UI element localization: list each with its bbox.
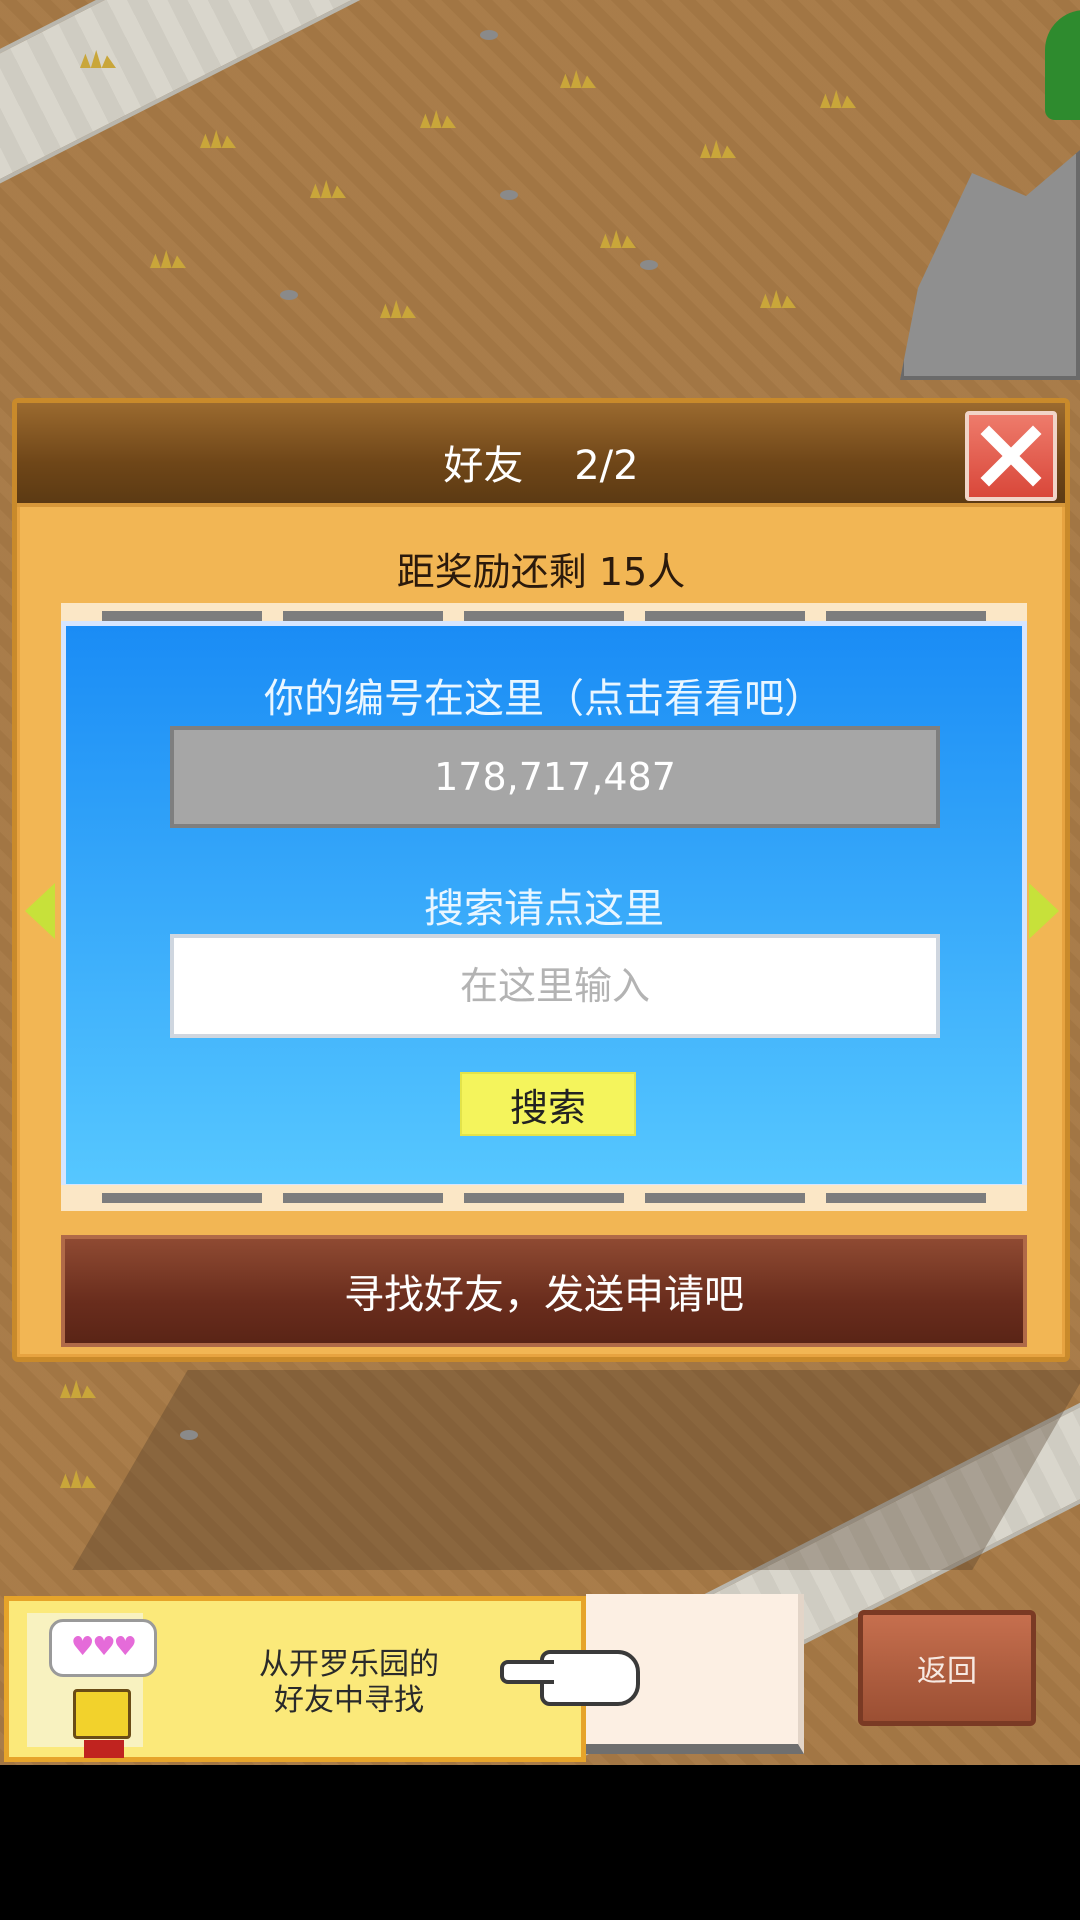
map-grass-tuft [700,140,736,158]
reward-remaining-text: 距奖励还剩 15人 [396,550,686,594]
player-id-label: 你的编号在这里（点击看看吧） [264,676,824,722]
friend-search-panel: 你的编号在这里（点击看看吧） 178,717,487 搜索请点这里 搜索 [61,621,1027,1189]
friends-dialog: 好友 2/2 距奖励还剩 15人 你的编号在这里（点击看看吧） 178,717,… [12,398,1070,1362]
search-input[interactable] [170,934,940,1038]
dialog-title: 好友 2/2 [443,443,639,489]
character-avatar: ♥♥♥ [27,1613,157,1758]
map-pebble [180,1430,198,1440]
hearts-icon: ♥♥♥ [49,1619,157,1677]
friend-slot [826,1193,987,1203]
close-icon [980,425,1042,487]
map-rock-pile [900,150,1080,380]
map-grass-tuft [60,1470,96,1488]
map-grass-tuft [60,1380,96,1398]
map-pebble [280,290,298,300]
map-grass-tuft [600,230,636,248]
pointing-hand-icon [500,1650,640,1706]
friend-slot [101,1193,262,1203]
map-grass-tuft [310,180,346,198]
search-button[interactable]: 搜索 [460,1072,636,1136]
character-sprite [73,1689,131,1758]
find-friends-button[interactable]: 寻找好友，发送申请吧 [61,1235,1027,1347]
map-road [0,0,612,217]
friend-slot [101,611,262,621]
friend-slot [645,611,806,621]
map-grass-tuft [380,300,416,318]
friend-slot [645,1193,806,1203]
map-dirt-patch [72,1370,1080,1570]
friend-slot [282,611,443,621]
friend-slot [463,611,624,621]
map-pebble [640,260,658,270]
map-pebble [480,30,498,40]
kairo-friends-label: 从开罗乐园的 好友中寻找 [259,1647,439,1718]
arrow-left-icon[interactable] [25,883,55,939]
map-grass-tuft [820,90,856,108]
dialog-header: 好友 2/2 [17,403,1065,507]
map-pebble [500,190,518,200]
friend-slot [463,1193,624,1203]
back-button[interactable]: 返回 [858,1610,1036,1726]
friend-slot-strip [61,1185,1027,1211]
kairo-friends-button[interactable]: ♥♥♥ 从开罗乐园的 好友中寻找 [4,1596,586,1762]
navigation-bar-area [0,1766,1080,1920]
friend-slot [282,1193,443,1203]
map-grass-tuft [200,130,236,148]
map-grass-tuft [150,250,186,268]
arrow-right-icon[interactable] [1029,883,1059,939]
player-id-box[interactable]: 178,717,487 [170,726,940,828]
map-tree [1045,10,1080,120]
map-grass-tuft [560,70,596,88]
friend-slot [826,611,987,621]
map-grass-tuft [760,290,796,308]
close-button[interactable] [965,411,1057,501]
search-label: 搜索请点这里 [424,886,664,932]
map-grass-tuft [420,110,456,128]
